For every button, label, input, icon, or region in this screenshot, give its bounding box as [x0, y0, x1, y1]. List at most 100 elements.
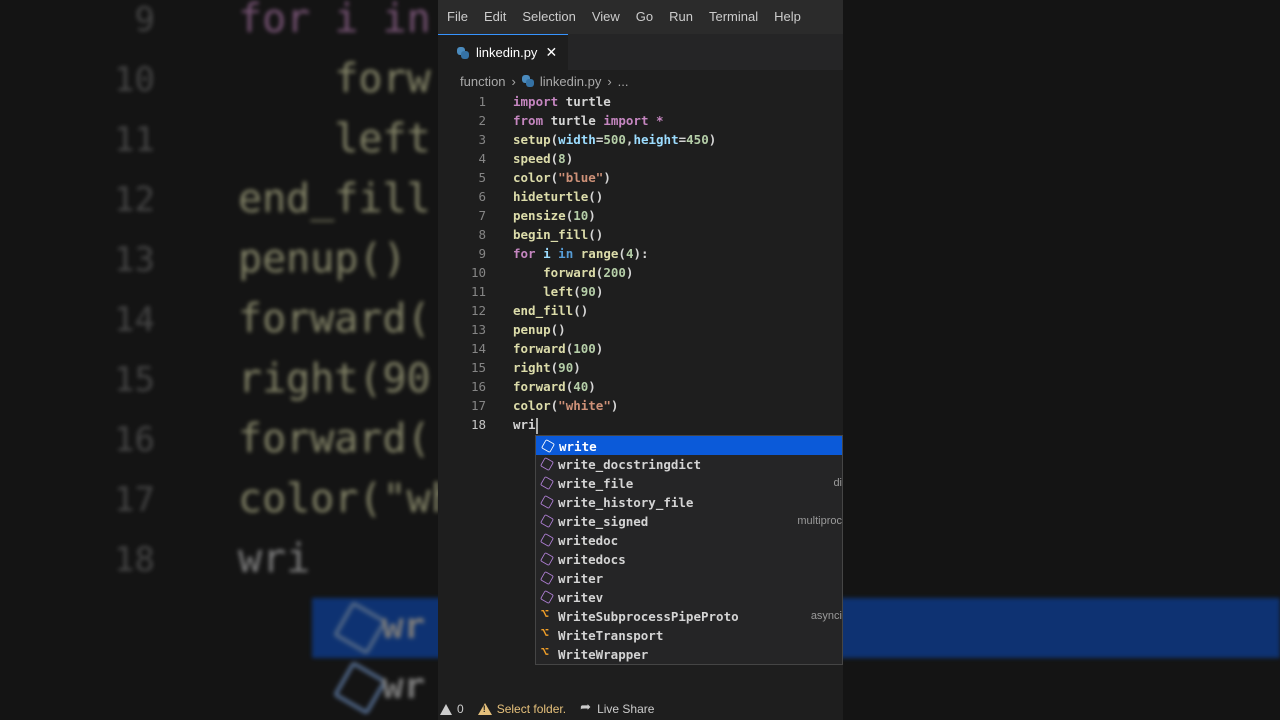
suggestion-item[interactable]: ⌥ WriteTransport — [536, 626, 842, 645]
line-number: 14 — [470, 341, 486, 356]
code-text: begin_fill() — [513, 225, 603, 244]
code-token: right — [513, 360, 551, 375]
code-token: import — [513, 94, 559, 109]
code-text: left(90) — [513, 282, 603, 301]
code-token: ) — [588, 208, 596, 223]
breadcrumb-file[interactable]: linkedin.py — [540, 74, 601, 89]
code-line[interactable]: 10 forward(200) — [438, 263, 843, 282]
background-code-line: end_fill — [238, 176, 431, 222]
code-text: hideturtle() — [513, 187, 603, 206]
method-cube-icon — [540, 514, 554, 528]
background-code-line: wri — [238, 536, 311, 582]
menu-selection[interactable]: Selection — [514, 0, 583, 34]
background-code-line: forward( — [238, 296, 431, 342]
suggestion-item[interactable]: writer — [536, 569, 842, 588]
suggestion-item[interactable]: write_docstringdict — [536, 455, 842, 474]
code-token: ) — [603, 170, 611, 185]
suggestion-item[interactable]: write_signed multiproc — [536, 512, 842, 531]
chevron-right-icon: › — [607, 73, 612, 89]
code-line[interactable]: 7 pensize(10) — [438, 206, 843, 225]
menu-edit[interactable]: Edit — [476, 0, 514, 34]
class-icon: ⌥ — [541, 626, 549, 641]
breadcrumb-folder[interactable]: function — [460, 74, 506, 89]
line-number: 8 — [478, 227, 486, 242]
code-line[interactable]: 6 hideturtle() — [438, 187, 843, 206]
method-cube-icon — [540, 590, 554, 604]
code-token: 500 — [603, 132, 626, 147]
background-suggestion-label: wr — [382, 666, 426, 707]
tab-filename: linkedin.py — [476, 45, 538, 60]
code-line[interactable]: 16 forward(40) — [438, 377, 843, 396]
background-code-line: left — [238, 116, 431, 162]
code-token: hideturtle — [513, 189, 589, 204]
method-cube-icon — [540, 476, 554, 490]
suggestion-item[interactable]: writev — [536, 588, 842, 607]
code-line[interactable]: 5 color("blue") — [438, 168, 843, 187]
menu-go[interactable]: Go — [628, 0, 661, 34]
code-editor[interactable]: 1 import turtle 2 from turtle import * 3 setu… — [438, 92, 843, 434]
menu-help[interactable]: Help — [766, 0, 809, 34]
suggestion-item[interactable]: write_file di — [536, 474, 842, 493]
code-line[interactable]: 17 color("white") — [438, 396, 843, 415]
background-line-number: 11 — [114, 120, 155, 160]
code-line[interactable]: 9 for i in range(4): — [438, 244, 843, 263]
line-number: 7 — [478, 208, 486, 223]
code-text: right(90) — [513, 358, 581, 377]
code-token: () — [573, 303, 589, 318]
chevron-right-icon: › — [511, 73, 516, 89]
menu-file[interactable]: File — [439, 0, 476, 34]
code-text: wri — [513, 415, 538, 434]
line-number: 11 — [470, 284, 486, 299]
code-text: forward(40) — [513, 377, 596, 396]
suggestion-item[interactable]: ⌥ WriteWrapper — [536, 645, 842, 664]
suggestion-item[interactable]: write — [536, 436, 842, 455]
tab-linkedin-py[interactable]: linkedin.py ✕ — [438, 34, 568, 70]
code-line[interactable]: 2 from turtle import * — [438, 111, 843, 130]
background-line-number: 13 — [114, 240, 155, 280]
method-cube-icon — [540, 571, 554, 585]
code-line[interactable]: 14 forward(100) — [438, 339, 843, 358]
code-token: turtle — [558, 94, 611, 109]
code-text: setup(width=500,height=450) — [513, 130, 716, 149]
code-line[interactable]: 1 import turtle — [438, 92, 843, 111]
live-share-label: Live Share — [597, 702, 655, 716]
code-token: ) — [595, 284, 604, 299]
select-folder-button[interactable]: Select folder. — [477, 702, 566, 716]
method-cube-icon — [540, 533, 554, 547]
code-text: color("blue") — [513, 168, 611, 187]
suggestion-detail: di — [833, 477, 842, 489]
breadcrumb-more[interactable]: ... — [618, 74, 629, 89]
menu-view[interactable]: View — [584, 0, 628, 34]
suggestion-item[interactable]: writedocs — [536, 550, 842, 569]
suggestion-label: writedocs — [558, 552, 626, 567]
suggestion-item[interactable]: writedoc — [536, 531, 842, 550]
code-line[interactable]: 18 wri — [438, 415, 843, 434]
problems-indicator[interactable]: 0 — [440, 702, 464, 716]
menu-run[interactable]: Run — [661, 0, 701, 34]
code-line[interactable]: 8 begin_fill() — [438, 225, 843, 244]
live-share-button[interactable]: Live Share — [580, 700, 655, 716]
code-line[interactable]: 15 right(90) — [438, 358, 843, 377]
code-line[interactable]: 11 left(90) — [438, 282, 843, 301]
suggestion-item[interactable]: ⌥ WriteSubprocessPipeProto asynci — [536, 607, 842, 626]
background-line-number: 9 — [134, 0, 155, 40]
code-line[interactable]: 12 end_fill() — [438, 301, 843, 320]
suggestion-item[interactable]: write_history_file — [536, 493, 842, 512]
code-token: "blue" — [558, 170, 604, 185]
menu-terminal[interactable]: Terminal — [701, 0, 766, 34]
code-line[interactable]: 13 penup() — [438, 320, 843, 339]
code-line[interactable]: 3 setup(width=500,height=450) — [438, 130, 843, 149]
code-token: forward — [543, 265, 596, 280]
code-text: import turtle — [513, 92, 611, 111]
code-line[interactable]: 4 speed(8) — [438, 149, 843, 168]
code-token: 100 — [573, 341, 596, 356]
background-line-number: 16 — [114, 420, 155, 460]
suggestion-detail: asynci — [810, 610, 842, 622]
code-token: 90 — [580, 284, 596, 299]
close-icon[interactable]: ✕ — [545, 44, 557, 61]
suggestion-widget: write write_docstringdict write_file di writ… — [535, 435, 843, 665]
line-number: 4 — [478, 151, 486, 166]
